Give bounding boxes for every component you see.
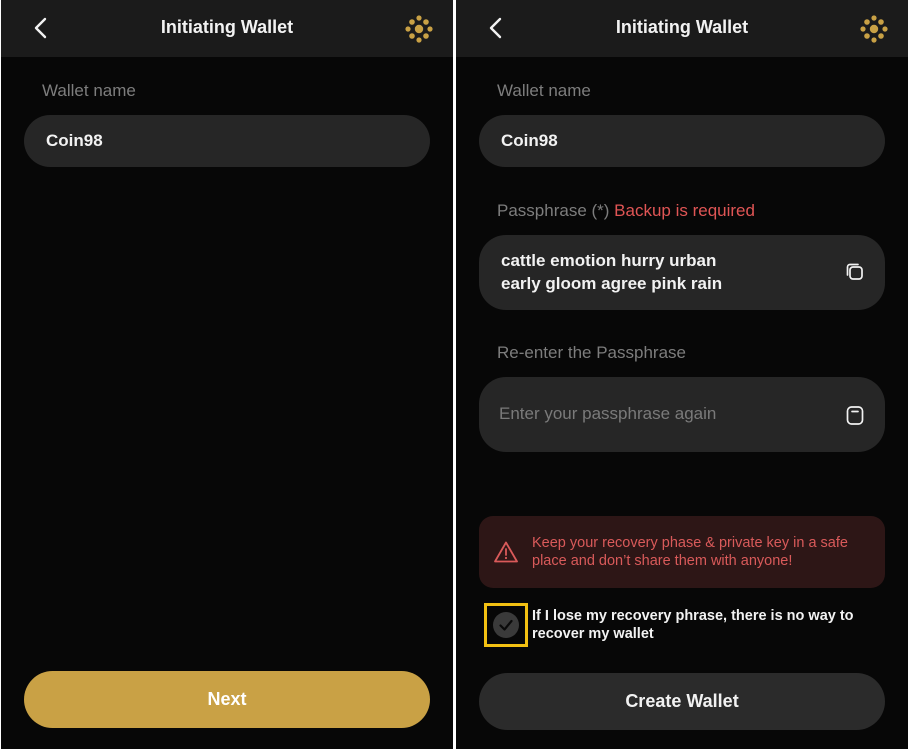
checkbox-circle (493, 612, 519, 638)
coin98-logo-icon (405, 15, 433, 43)
next-button[interactable]: Next (24, 671, 430, 728)
paste-clipboard-icon[interactable] (844, 404, 866, 426)
wallet-name-value: Coin98 (46, 131, 103, 150)
alert-text: Keep your recovery phase & private key i… (532, 535, 848, 569)
page-title: Initiating Wallet (160, 17, 294, 37)
backup-required-warning: Backup is required (614, 201, 755, 220)
confirm-row: If I lose my recovery phrase, there is n… (484, 603, 884, 647)
app-header: Initiating Wallet (456, 0, 908, 57)
wallet-name-screen: Initiating Wallet Wallet name Coin98 Nex… (1, 0, 453, 749)
reenter-passphrase-input[interactable] (499, 402, 829, 426)
security-alert: Keep your recovery phase & private key i… (479, 516, 885, 588)
passphrase-line: early gloom agree pink rain (501, 274, 723, 293)
passphrase-line: cattle emotion hurry urban (501, 251, 717, 270)
passphrase-field: cattle emotion hurry urban early gloom a… (479, 235, 885, 310)
copy-icon[interactable] (844, 261, 866, 283)
passphrase-label: Passphrase (*) Backup is required (497, 201, 755, 221)
create-wallet-button[interactable]: Create Wallet (479, 673, 885, 730)
confirm-text: If I lose my recovery phrase, there is n… (532, 608, 854, 642)
page-title: Initiating Wallet (615, 17, 749, 37)
wallet-name-field[interactable]: Coin98 (479, 115, 885, 167)
app-header: Initiating Wallet (1, 0, 453, 57)
passphrase-label-text: Passphrase (*) (497, 201, 610, 220)
confirm-checkbox[interactable] (484, 603, 528, 647)
coin98-logo-icon (860, 15, 888, 43)
passphrase-text: cattle emotion hurry urban early gloom a… (501, 249, 821, 295)
wallet-name-value: Coin98 (501, 131, 558, 150)
wallet-name-label: Wallet name (497, 81, 591, 100)
wallet-name-label: Wallet name (42, 81, 136, 100)
passphrase-screen: Initiating Wallet Wallet name Coin98 Pas… (456, 0, 908, 749)
warning-triangle-icon (494, 541, 518, 563)
checkmark-icon (499, 619, 513, 631)
reenter-passphrase-field (479, 377, 885, 452)
reenter-passphrase-label: Re-enter the Passphrase (497, 343, 686, 362)
wallet-name-field[interactable]: Coin98 (24, 115, 430, 167)
